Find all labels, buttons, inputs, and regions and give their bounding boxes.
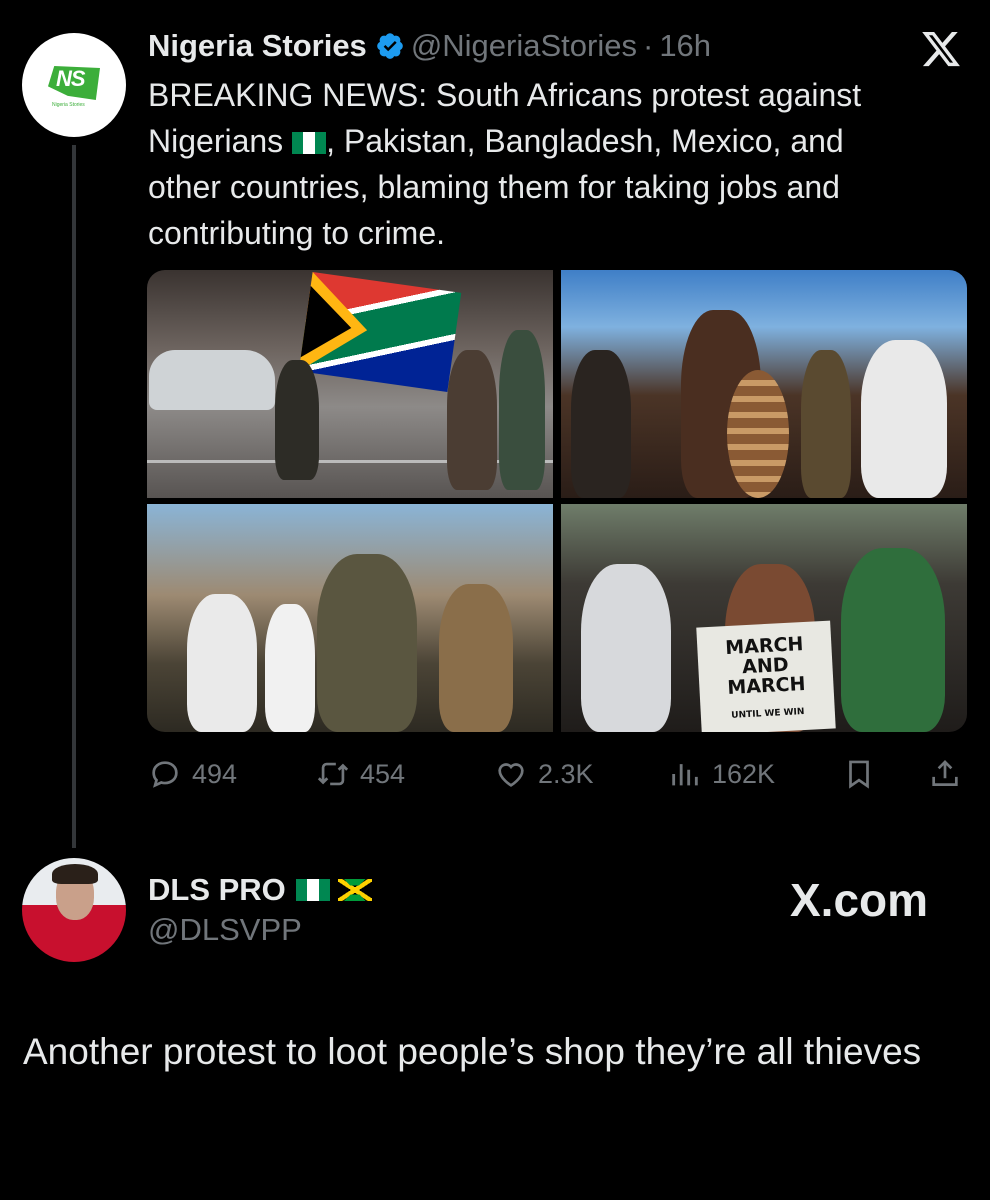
tweet-action-bar: 494 454 2.3K 162K xyxy=(148,752,968,796)
reply-icon xyxy=(152,761,178,788)
bookmark-icon xyxy=(849,760,869,789)
repost-icon xyxy=(317,762,349,786)
tweet-body: BREAKING NEWS: South Africans protest ag… xyxy=(148,77,862,251)
like-icon xyxy=(498,763,524,787)
dls-pro-avatar[interactable] xyxy=(22,858,126,962)
share-icon xyxy=(932,760,958,786)
separator-dot: · xyxy=(642,28,654,63)
nigeria-stories-avatar[interactable]: NS Nigeria Stories xyxy=(22,33,126,137)
like-button[interactable]: 2.3K xyxy=(494,752,594,796)
x-com-watermark: X.com xyxy=(790,874,929,926)
media-photo-warriors[interactable] xyxy=(561,270,967,498)
author-name[interactable]: Nigeria Stories xyxy=(148,28,367,64)
views-icon xyxy=(672,764,698,786)
jamaica-flag-emoji xyxy=(337,879,372,901)
nigeria-flag-emoji xyxy=(292,132,327,154)
repost-button[interactable]: 454 xyxy=(316,752,405,796)
quoted-tweet-header: Nigeria Stories @NigeriaStories · 16h xyxy=(148,28,711,64)
reply-author-row: DLS PRO xyxy=(148,872,372,908)
tweet-media-grid[interactable]: MARCH AND MARCH UNTIL WE WIN xyxy=(147,270,967,732)
protest-sign: MARCH AND MARCH UNTIL WE WIN xyxy=(696,620,836,732)
verified-badge-icon xyxy=(377,33,403,59)
views-button[interactable]: 162K xyxy=(668,752,775,796)
author-handle[interactable]: @NigeriaStories xyxy=(411,28,637,64)
media-photo-march-street[interactable] xyxy=(147,504,553,732)
reply-author-handle[interactable]: @DLSVPP xyxy=(148,912,302,948)
media-photo-flag-runner[interactable] xyxy=(147,270,553,498)
share-button[interactable] xyxy=(928,752,972,796)
reply-body: Another protest to loot people’s shop th… xyxy=(23,1031,922,1072)
traditional-shield xyxy=(727,370,789,498)
bookmark-button[interactable] xyxy=(842,752,886,796)
reply-button[interactable]: 494 xyxy=(148,752,237,796)
close-x-icon[interactable] xyxy=(920,28,962,70)
nigeria-flag-emoji xyxy=(295,879,330,901)
thread-connector-line xyxy=(72,145,76,848)
nigeria-stories-logo: NS Nigeria Stories xyxy=(44,60,104,110)
reply-author-name[interactable]: DLS PRO xyxy=(148,872,286,908)
south-africa-flag xyxy=(298,272,462,392)
timestamp[interactable]: 16h xyxy=(659,28,711,64)
media-photo-march-sign[interactable]: MARCH AND MARCH UNTIL WE WIN xyxy=(561,504,967,732)
